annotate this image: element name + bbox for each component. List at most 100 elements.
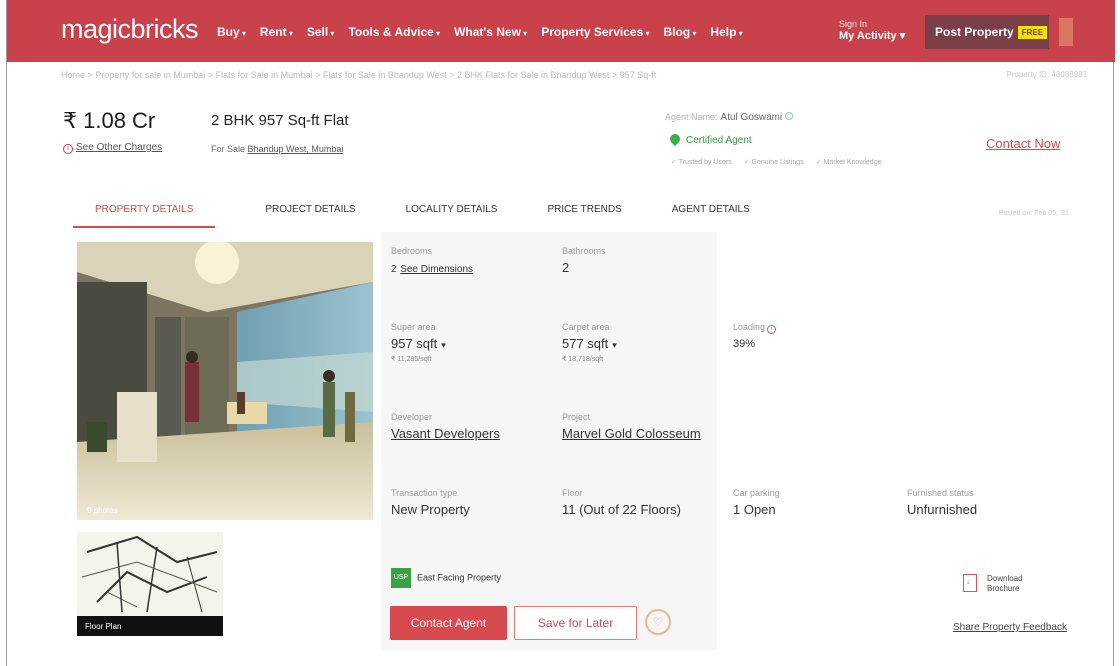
project-field: Project Marvel Gold Colosseum [562,412,701,441]
developer-field: Developer Vasant Developers [391,412,500,441]
bedrooms-value: 2 [391,264,397,275]
furnished-value: Unfurnished [907,502,978,517]
unit-dropdown-icon[interactable]: ▾ [441,340,446,350]
developer-label: Developer [391,412,433,422]
other-charges-link[interactable]: See Other Charges [76,142,162,153]
carpet-area-value: 577 sqft [562,336,609,351]
page-frame: magicbricks Buy Rent Sell Tools & Advice… [6,0,1115,666]
trait-trusted: Trusted by Users [671,158,732,166]
contact-agent-button[interactable]: Contact Agent [390,606,507,640]
floor-plan-label: Floor Plan [77,616,223,636]
trait-genuine: Genuine Listings [744,158,804,166]
floor-field: Floor 11 (Out of 22 Floors) [562,488,681,517]
nav-blog[interactable]: Blog [664,25,697,39]
transaction-label: Transaction type [391,488,458,498]
unit-dropdown-icon[interactable]: ▾ [612,340,617,350]
tab-project-details[interactable]: PROJECT DETAILS [243,204,377,228]
property-id: Property ID: 48088983 [1006,70,1088,79]
carpet-area-label: Carpet area [562,322,610,332]
heart-icon[interactable]: ♡ [645,609,671,635]
usp-row: USP East Facing Property [391,568,501,588]
posted-date: Posted on: Feb 05, '21 [998,210,1069,217]
for-sale-prefix: For Sale [211,144,248,154]
transaction-value: New Property [391,502,470,517]
agent-name[interactable]: Atul Goswami [721,112,783,123]
certified-badge-icon [667,131,683,147]
carpet-area-value-row[interactable]: 577 sqft ▾ [562,336,617,351]
certified-agent: Certified Agent [667,131,752,147]
signin-label: Sign In [839,19,868,29]
super-area-label: Super area [391,322,436,332]
agent-name-label: Agent Name: [665,112,718,122]
super-area-rate: ₹ 11,285/sqft [391,356,432,363]
agent-name-row: Agent Name: Atul Goswami [665,112,794,123]
nav-buy[interactable]: Buy [217,25,246,39]
nav-sell[interactable]: Sell [307,25,335,39]
property-title: 2 BHK 957 Sq-ft Flat [211,112,349,129]
carpet-area-field: Carpet area 577 sqft ▾ ₹ 18,718/sqft [562,322,617,363]
super-area-value-row[interactable]: 957 sqft ▾ [391,336,446,351]
floor-value: 11 (Out of 22 Floors) [562,502,681,517]
usp-badge: USP [391,568,411,588]
floor-plan-map-image [81,535,218,613]
floor-plan-thumbnail[interactable]: Floor Plan [77,532,223,636]
bedrooms-value-row: 2 See Dimensions [391,260,473,275]
download-brochure[interactable]: DownloadBrochure [963,574,1023,593]
other-charges[interactable]: i See Other Charges [63,142,162,154]
post-property-label: Post Property [935,25,1014,39]
tab-agent-details[interactable]: AGENT DETAILS [650,204,772,228]
tab-property-details[interactable]: PROPERTY DETAILS [73,204,216,228]
share-feedback-link[interactable]: Share Property Feedback [953,622,1067,633]
developer-link[interactable]: Vasant Developers [391,426,500,441]
parking-field: Car parking 1 Open [733,488,780,517]
info-icon: i [63,144,73,154]
project-link[interactable]: Marvel Gold Colosseum [562,426,701,441]
download-document-icon [963,574,977,592]
brochure-label: Brochure [987,583,1020,593]
post-property-button[interactable]: Post Property FREE [925,15,1049,49]
super-area-field: Super area 957 sqft ▾ ₹ 11,285/sqft [391,322,446,363]
header-side-tab [1059,18,1073,46]
download-label: Download [987,574,1023,583]
free-badge: FREE [1017,26,1048,39]
bathrooms-value: 2 [562,260,570,275]
transaction-field: Transaction type New Property [391,488,470,517]
floor-label: Floor [562,488,583,498]
agent-traits: Trusted by Users Genuine Listings Market… [671,158,882,166]
signin-menu[interactable]: Sign In My Activity ▾ [839,20,905,42]
nav-whats-new[interactable]: What's New [454,25,527,39]
nav-rent[interactable]: Rent [260,25,293,39]
info-icon[interactable]: i [767,325,777,334]
loading-label-row: Loading i [733,322,777,334]
save-for-later-button[interactable]: Save for Later [514,606,637,640]
loading-value: 39% [733,338,756,350]
nav-tools-advice[interactable]: Tools & Advice [348,25,440,39]
detail-tabs: PROPERTY DETAILS PROJECT DETAILS LOCALIT… [73,204,822,228]
nav-property-services[interactable]: Property Services [541,25,649,39]
for-sale-location: For Sale Bhandup West, Mumbai [211,144,343,154]
download-brochure-text: Download Brochure [987,574,1023,593]
certified-agent-label: Certified Agent [686,135,752,146]
bathrooms-field: Bathrooms 2 [562,246,606,275]
property-photo[interactable] [77,242,373,520]
furnished-field: Furnished status Unfurnished [907,488,977,517]
see-dimensions-link[interactable]: See Dimensions [400,264,473,275]
photo-count: 9 photos [87,506,118,515]
super-area-value: 957 sqft [391,336,438,351]
bedrooms-field: Bedrooms 2 See Dimensions [391,246,473,275]
bedrooms-label: Bedrooms [391,246,433,256]
tab-price-trends[interactable]: PRICE TRENDS [525,204,643,228]
loading-label: Loading [733,322,766,332]
usp-text: East Facing Property [417,572,502,583]
my-activity-label: My Activity ▾ [839,30,906,42]
tab-locality-details[interactable]: LOCALITY DETAILS [384,204,520,228]
furnished-label: Furnished status [907,488,974,498]
location-link[interactable]: Bhandup West, Mumbai [248,144,344,154]
agent-info-icon[interactable] [785,112,794,120]
carpet-area-rate: ₹ 18,718/sqft [562,356,604,363]
nav-help[interactable]: Help [710,25,742,39]
site-logo[interactable]: magicbricks [61,14,199,45]
contact-now-link[interactable]: Contact Now [986,136,1060,151]
bathrooms-label: Bathrooms [562,246,606,256]
breadcrumb[interactable]: Home > Property for sale in Mumbai > Fla… [61,70,656,80]
